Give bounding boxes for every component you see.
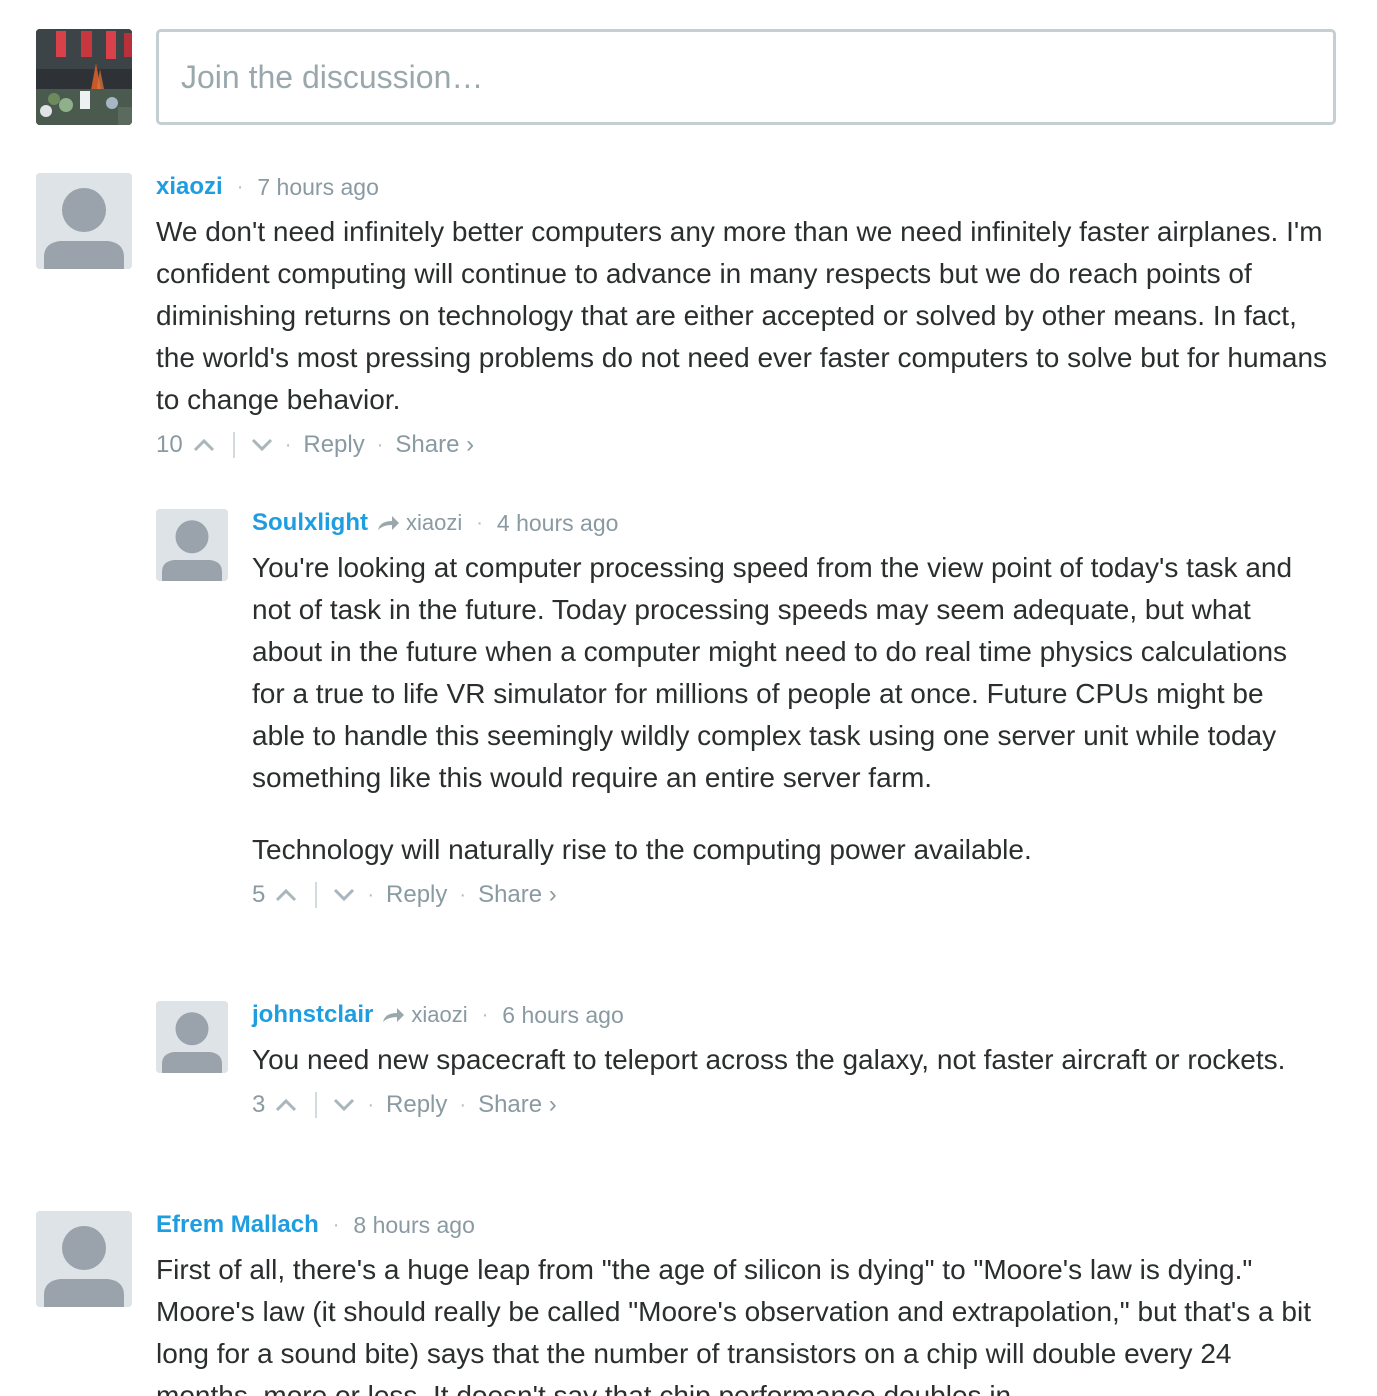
reply-button[interactable]: Reply [386, 1091, 447, 1119]
comment-text: First of all, there's a huge leap from "… [156, 1249, 1336, 1396]
comment-timestamp[interactable]: 7 hours ago [257, 174, 378, 201]
default-user-avatar-icon [36, 173, 132, 269]
comment-timestamp[interactable]: 6 hours ago [502, 1002, 623, 1029]
comment-text: You need new spacecraft to teleport acro… [252, 1039, 1316, 1081]
user-avatar[interactable] [156, 509, 228, 581]
comment-paragraph: You're looking at computer processing sp… [252, 552, 1293, 793]
upvote-button[interactable] [275, 888, 297, 902]
current-user-avatar[interactable] [36, 29, 132, 125]
share-button[interactable]: Share › [395, 431, 474, 459]
chevron-down-icon [334, 1098, 355, 1112]
share-button[interactable]: Share › [478, 1091, 557, 1119]
comment-header: Soulxlight xiaozi · 4 hours ago [252, 509, 1316, 537]
meta-separator: · [236, 175, 244, 198]
in-reply-to[interactable]: xiaozi [381, 1002, 468, 1028]
parent-author-name: xiaozi [411, 1002, 468, 1027]
comment-text: You're looking at computer processing sp… [252, 547, 1316, 871]
vote-count: 10 [156, 431, 183, 458]
vote-count: 5 [252, 881, 266, 908]
comment-body: Efrem Mallach · 8 hours ago First of all… [156, 1211, 1336, 1396]
vote-count: 3 [252, 1091, 266, 1118]
chevron-down-icon [334, 888, 355, 902]
comment-author-link[interactable]: Soulxlight [252, 509, 368, 537]
comment-composer [36, 29, 1336, 125]
action-separator: · [367, 883, 375, 906]
vote-divider [232, 432, 235, 458]
reply-arrow-icon [378, 516, 399, 530]
comment-header: Efrem Mallach · 8 hours ago [156, 1211, 1336, 1239]
action-separator: · [459, 1093, 467, 1116]
comment-actions: 10 · Reply · Share › [156, 425, 1336, 465]
downvote-button[interactable] [333, 888, 355, 902]
comment-timestamp[interactable]: 4 hours ago [497, 510, 618, 537]
default-user-avatar-icon [156, 1001, 228, 1073]
comment-author-link[interactable]: xiaozi [156, 173, 223, 201]
vote-divider [315, 1092, 318, 1118]
discussion-page: xiaozi · 7 hours ago We don't need infin… [0, 0, 1377, 1396]
comment-paragraph: First of all, there's a huge leap from "… [156, 1254, 1311, 1396]
chevron-up-icon [276, 1098, 297, 1112]
comment-header: xiaozi · 7 hours ago [156, 173, 1336, 201]
comment-actions: 3 · Reply · Share › [252, 1085, 1316, 1125]
reply-arrow-icon [383, 1008, 405, 1022]
action-separator: · [459, 883, 467, 906]
meta-separator: · [332, 1213, 340, 1236]
meta-separator: · [476, 511, 483, 534]
in-reply-to[interactable]: xiaozi [376, 510, 462, 536]
reply-button[interactable]: Reply [386, 881, 447, 909]
chevron-up-icon [276, 888, 297, 902]
comment-text: We don't need infinitely better computer… [156, 211, 1336, 421]
user-avatar[interactable] [36, 1211, 132, 1307]
default-user-avatar-icon [156, 509, 228, 581]
reply-button[interactable]: Reply [303, 431, 364, 459]
vote-divider [315, 882, 318, 908]
comment-header: johnstclair xiaozi · 6 hours ago [252, 1001, 1316, 1029]
comment-body: johnstclair xiaozi · 6 hours ago You nee… [252, 1001, 1316, 1125]
comment-paragraph: Technology will naturally rise to the co… [252, 834, 1032, 865]
upvote-button[interactable] [193, 438, 215, 452]
action-separator: · [284, 433, 292, 456]
downvote-button[interactable] [251, 438, 273, 452]
discussion-input-box[interactable] [156, 29, 1336, 125]
user-avatar[interactable] [36, 173, 132, 269]
comment-actions: 5 · Reply · Share › [252, 875, 1316, 915]
default-user-avatar-icon [36, 1211, 132, 1307]
upvote-button[interactable] [275, 1098, 297, 1112]
join-discussion-input[interactable] [181, 58, 1311, 96]
comment-author-link[interactable]: Efrem Mallach [156, 1211, 319, 1239]
current-user-photo [36, 29, 132, 125]
comment-paragraph: We don't need infinitely better computer… [156, 216, 1328, 415]
chevron-down-icon [251, 438, 272, 452]
meta-separator: · [481, 1003, 489, 1026]
action-separator: · [376, 433, 384, 456]
chevron-up-icon [193, 438, 214, 452]
share-button[interactable]: Share › [478, 881, 557, 909]
downvote-button[interactable] [333, 1098, 355, 1112]
comment-timestamp[interactable]: 8 hours ago [353, 1212, 474, 1239]
comment-paragraph: You need new spacecraft to teleport acro… [252, 1044, 1286, 1075]
comment-body: xiaozi · 7 hours ago We don't need infin… [156, 173, 1336, 465]
comment-body: Soulxlight xiaozi · 4 hours ago You're l… [252, 509, 1316, 915]
parent-author-name: xiaozi [406, 510, 463, 535]
action-separator: · [367, 1093, 375, 1116]
user-avatar[interactable] [156, 1001, 228, 1073]
comment-author-link[interactable]: johnstclair [252, 1001, 373, 1029]
